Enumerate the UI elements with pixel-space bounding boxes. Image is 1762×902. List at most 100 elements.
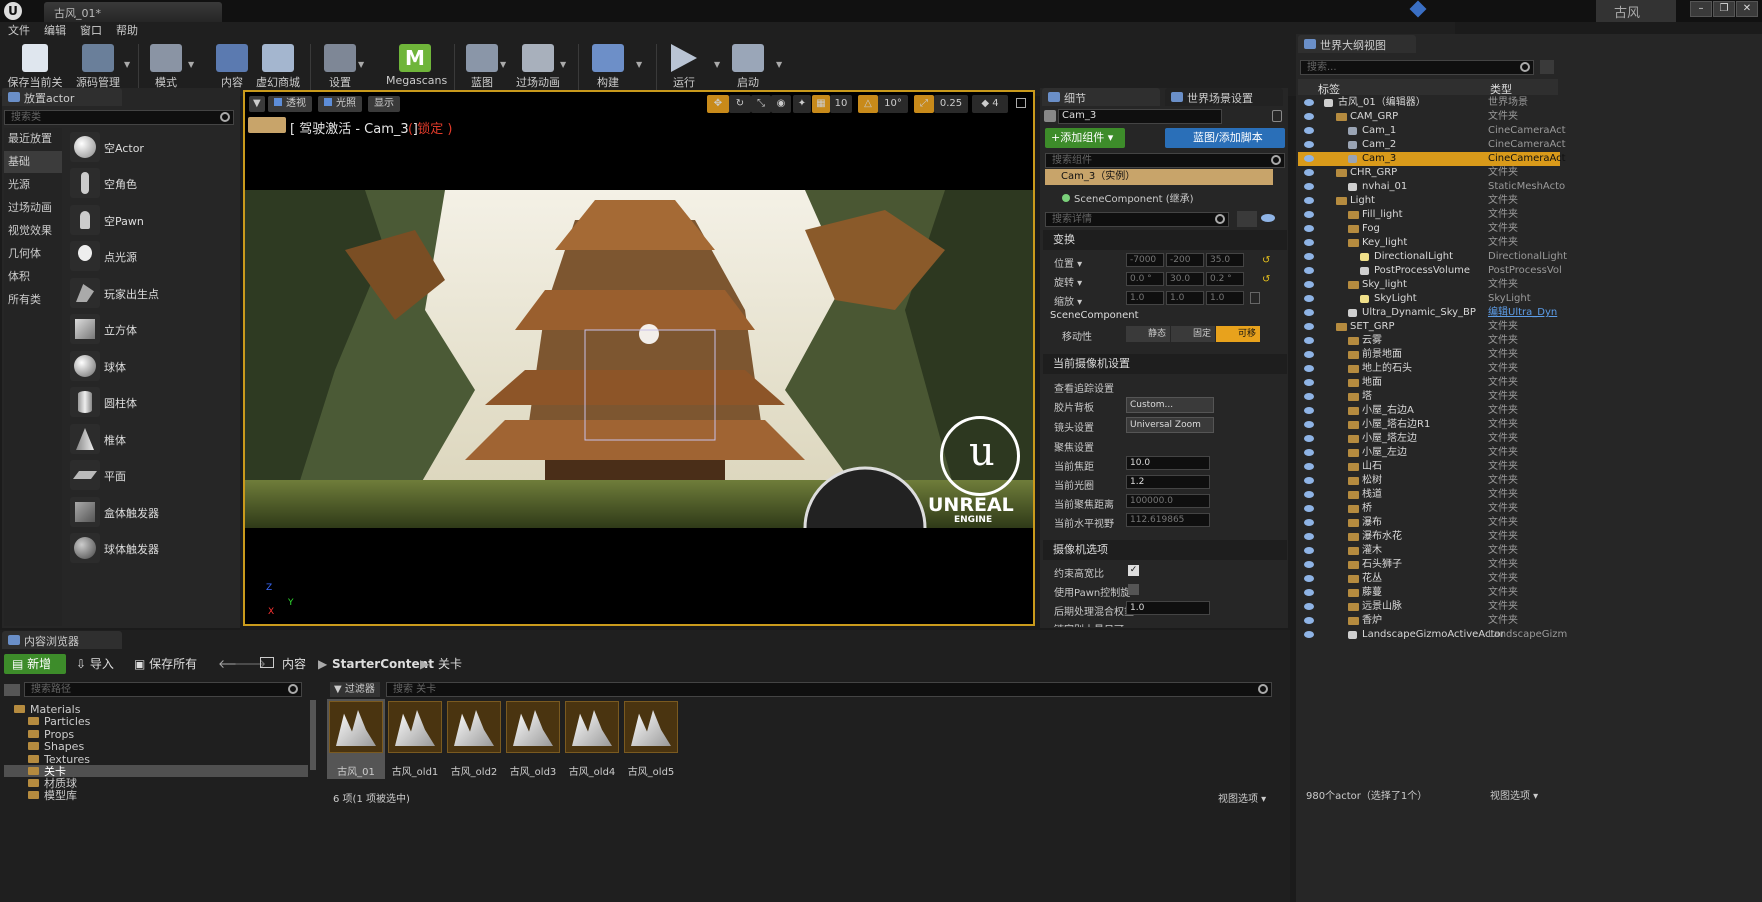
viewport-options-button[interactable]: ▼ bbox=[249, 96, 265, 112]
outliner-row[interactable]: Ultra_Dynamic_Sky_BP 编辑Ultra_Dyn bbox=[1298, 306, 1560, 320]
scale-x-field[interactable]: 1.0 bbox=[1126, 291, 1164, 305]
rotation-y-field[interactable]: 30.0 bbox=[1166, 272, 1204, 286]
actor-sphere[interactable]: 球体 bbox=[66, 349, 236, 385]
outliner-row[interactable]: 塔 文件夹 bbox=[1298, 390, 1560, 404]
outliner-view-options[interactable]: 视图选项 ▾ bbox=[1490, 787, 1538, 802]
launch-button[interactable]: 启动 bbox=[730, 42, 766, 94]
mobility-movable-button[interactable]: 可移 bbox=[1216, 326, 1260, 342]
rotation-x-field[interactable]: 0.0 ° bbox=[1126, 272, 1164, 286]
outliner-row[interactable]: SkyLight SkyLight bbox=[1298, 292, 1560, 306]
visibility-eye-icon[interactable] bbox=[1304, 407, 1314, 414]
menu-edit[interactable]: 编辑 bbox=[44, 22, 66, 40]
filmback-label[interactable]: 胶片背板 bbox=[1054, 399, 1094, 414]
edit-blueprint-link[interactable]: 编辑Ultra_Dyn bbox=[1488, 306, 1557, 320]
visibility-eye-icon[interactable] bbox=[1304, 631, 1314, 638]
outliner-row[interactable]: 前景地面 文件夹 bbox=[1298, 348, 1560, 362]
outliner-row[interactable]: 小屋_左边 文件夹 bbox=[1298, 446, 1560, 460]
section-transform[interactable]: 变换 bbox=[1043, 230, 1287, 250]
component-instance-row[interactable]: Cam_3（实例） bbox=[1045, 169, 1273, 185]
scale-z-field[interactable]: 1.0 bbox=[1206, 291, 1244, 305]
scene-component-section[interactable]: SceneComponent bbox=[1050, 310, 1139, 321]
asset-tile[interactable] bbox=[624, 701, 678, 753]
document-tab[interactable]: 古风_01* bbox=[44, 2, 222, 22]
chevron-down-icon[interactable]: ▼ bbox=[560, 60, 566, 69]
outliner-row[interactable]: 藤蔓 文件夹 bbox=[1298, 586, 1560, 600]
outliner-row[interactable]: Cam_1 CineCameraAct bbox=[1298, 124, 1566, 138]
surface-snap-icon[interactable]: ✦ bbox=[793, 95, 811, 113]
asset-tile[interactable] bbox=[506, 701, 560, 753]
asset-tile[interactable] bbox=[447, 701, 501, 753]
visibility-eye-icon[interactable] bbox=[1304, 547, 1314, 554]
position-y-field[interactable]: -200 bbox=[1166, 253, 1204, 267]
section-current-camera[interactable]: 当前摄像机设置 bbox=[1043, 354, 1287, 374]
visibility-eye-icon[interactable] bbox=[1261, 214, 1275, 222]
translate-tool-icon[interactable]: ✥ bbox=[707, 95, 729, 113]
visibility-eye-icon[interactable] bbox=[1304, 155, 1314, 162]
rotate-tool-icon[interactable]: ↻ bbox=[729, 95, 751, 113]
visibility-eye-icon[interactable] bbox=[1304, 519, 1314, 526]
menu-window[interactable]: 窗口 bbox=[80, 22, 102, 40]
close-button[interactable]: ✕ bbox=[1736, 1, 1758, 17]
outliner-row[interactable]: 山石 文件夹 bbox=[1298, 460, 1560, 474]
lookat-tracking-row[interactable]: 查看追踪设置 bbox=[1054, 380, 1114, 395]
outliner-row[interactable]: 栈道 文件夹 bbox=[1298, 488, 1560, 502]
outliner-row[interactable]: 桥 文件夹 bbox=[1298, 502, 1560, 516]
unreal-logo-icon[interactable]: U bbox=[4, 2, 22, 20]
visibility-eye-icon[interactable] bbox=[1304, 421, 1314, 428]
aperture-field[interactable]: 1.2 bbox=[1126, 475, 1210, 489]
tab-details[interactable]: 细节 bbox=[1042, 88, 1160, 106]
actor-box-trigger[interactable]: 盒体触发器 bbox=[66, 495, 236, 531]
visibility-eye-icon[interactable] bbox=[1304, 491, 1314, 498]
visibility-eye-icon[interactable] bbox=[1304, 281, 1314, 288]
asset-tile[interactable] bbox=[388, 701, 442, 753]
category-geometry[interactable]: 几何体 bbox=[4, 243, 62, 265]
outliner-row[interactable]: 花丛 文件夹 bbox=[1298, 572, 1560, 586]
outliner-row[interactable]: Fog 文件夹 bbox=[1298, 222, 1560, 236]
category-basic[interactable]: 基础 bbox=[4, 151, 62, 173]
import-button[interactable]: ⇩ 导入 bbox=[76, 654, 114, 674]
position-x-field[interactable]: -7000 bbox=[1126, 253, 1164, 267]
megascans-button[interactable]: M Megascans bbox=[386, 42, 447, 94]
category-visual-effects[interactable]: 视觉效果 bbox=[4, 220, 62, 242]
tree-item-model-lib[interactable]: 模型库 bbox=[28, 790, 77, 802]
type-column-header[interactable]: 类型 bbox=[1490, 81, 1512, 97]
category-cinematic[interactable]: 过场动画 bbox=[4, 197, 62, 219]
build-button[interactable]: 构建 bbox=[590, 42, 626, 94]
outliner-search-input[interactable]: 搜索... bbox=[1300, 60, 1534, 75]
actor-cube[interactable]: 立方体 bbox=[66, 312, 236, 348]
visibility-eye-icon[interactable] bbox=[1304, 463, 1314, 470]
tab-world-outliner[interactable]: 世界大纲视图 bbox=[1298, 35, 1416, 53]
content-button[interactable]: 内容 bbox=[214, 42, 250, 94]
lit-button[interactable]: 光照 bbox=[318, 96, 362, 112]
scale-lock-icon[interactable] bbox=[1250, 292, 1260, 304]
breadcrumb-levels[interactable]: 关卡 bbox=[438, 654, 462, 674]
lens-dropdown[interactable]: Universal Zoom bbox=[1126, 417, 1214, 433]
visibility-eye-icon[interactable] bbox=[1304, 211, 1314, 218]
tab-place-actor[interactable]: 放置actor bbox=[2, 88, 122, 106]
actor-empty-actor[interactable]: 空Actor bbox=[66, 130, 236, 166]
outliner-row[interactable]: 地面 文件夹 bbox=[1298, 376, 1560, 390]
outliner-row[interactable]: 小屋_右边A 文件夹 bbox=[1298, 404, 1560, 418]
sources-toggle-icon[interactable] bbox=[4, 684, 20, 696]
visibility-eye-icon[interactable] bbox=[1304, 589, 1314, 596]
actor-cone[interactable]: 椎体 bbox=[66, 422, 236, 458]
outliner-row[interactable]: 瀑布水花 文件夹 bbox=[1298, 530, 1560, 544]
chevron-down-icon[interactable]: ▼ bbox=[124, 60, 130, 69]
breadcrumb-starter-content[interactable]: StarterContent bbox=[332, 654, 434, 674]
actor-point-light[interactable]: 点光源 bbox=[66, 239, 236, 275]
chevron-down-icon[interactable]: ▼ bbox=[500, 60, 506, 69]
visibility-eye-icon[interactable] bbox=[1304, 477, 1314, 484]
visibility-eye-icon[interactable] bbox=[1304, 449, 1314, 456]
tree-item-particles[interactable]: Particles bbox=[28, 716, 90, 728]
scale-snap-value[interactable]: 0.25 bbox=[934, 95, 968, 113]
show-button[interactable]: 显示 bbox=[368, 96, 400, 112]
actor-empty-character[interactable]: 空角色 bbox=[66, 166, 236, 202]
outliner-row[interactable]: DirectionalLight DirectionalLight bbox=[1298, 250, 1567, 264]
category-volumes[interactable]: 体积 bbox=[4, 266, 62, 288]
visibility-eye-icon[interactable] bbox=[1304, 113, 1314, 120]
tree-scrollbar[interactable] bbox=[310, 700, 316, 770]
outliner-row[interactable]: nvhai_01 StaticMeshActo bbox=[1298, 180, 1565, 194]
actor-cylinder[interactable]: 圆柱体 bbox=[66, 385, 236, 421]
visibility-eye-icon[interactable] bbox=[1304, 295, 1314, 302]
search-paths-input[interactable]: 搜索路径 bbox=[24, 682, 302, 697]
